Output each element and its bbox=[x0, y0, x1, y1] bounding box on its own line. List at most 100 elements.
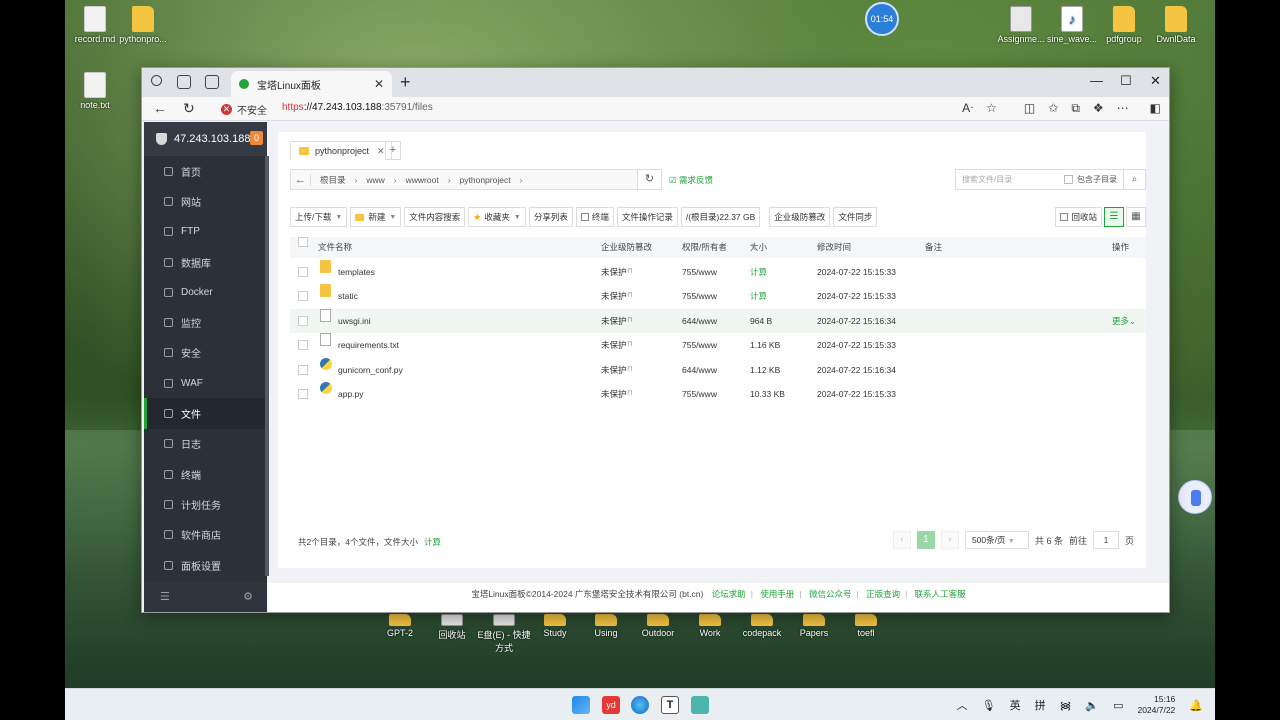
sidebar-item[interactable]: 安全 bbox=[144, 338, 267, 368]
start-icon[interactable] bbox=[572, 696, 590, 714]
sidebar-item[interactable]: 计划任务 bbox=[144, 489, 267, 519]
sidebar-item[interactable]: FTP bbox=[144, 217, 267, 247]
notepad-icon[interactable] bbox=[691, 696, 709, 714]
sidebar-toggle-icon[interactable]: ◧ bbox=[1150, 101, 1161, 116]
desktop-icon-papers[interactable]: Papers bbox=[784, 614, 844, 638]
table-row[interactable]: gunicorn_conf.py 未保护 ⊓ 644/www 1.12 KB 2024-0… bbox=[290, 357, 1146, 382]
input-method[interactable]: 拼 bbox=[1035, 697, 1046, 713]
server-header[interactable]: 47.243.103.188 0 bbox=[144, 122, 267, 156]
file-name[interactable]: gunicorn_conf.py bbox=[338, 358, 403, 382]
tamper-protect-button[interactable]: 企业级防篡改 bbox=[769, 207, 831, 227]
profile-icon[interactable] bbox=[151, 75, 162, 86]
breadcrumb-pythonproject[interactable]: pythonproject bbox=[460, 175, 511, 185]
wifi-icon[interactable]: ᯼ bbox=[1060, 698, 1072, 713]
sidebar-item[interactable]: 日志 bbox=[144, 429, 267, 459]
recording-timer[interactable]: 01:54 bbox=[865, 2, 899, 36]
close-window-icon[interactable]: ✕ bbox=[1150, 73, 1161, 89]
permission[interactable]: 644/www bbox=[682, 309, 717, 333]
browser-tab[interactable]: 宝塔Linux面板 ✕ bbox=[231, 71, 392, 97]
protect-status[interactable]: 未保护 bbox=[601, 333, 627, 357]
search-input[interactable]: 搜索文件/目录 bbox=[956, 174, 1064, 185]
volume-icon[interactable]: 🔈 bbox=[1085, 699, 1099, 712]
file-size[interactable]: 计算 bbox=[750, 284, 767, 308]
show-hidden-icons-icon[interactable]: ︿ bbox=[957, 697, 968, 713]
protect-status[interactable]: 未保护 bbox=[601, 284, 627, 308]
file-name[interactable]: requirements.txt bbox=[338, 333, 399, 357]
permission[interactable]: 755/www bbox=[682, 284, 717, 308]
sidebar-item[interactable]: 文件 bbox=[144, 398, 267, 429]
row-checkbox[interactable] bbox=[298, 340, 308, 351]
page-size-select[interactable]: 500条/页 ▼ bbox=[964, 531, 1029, 549]
read-aloud-icon[interactable]: Aᐧ bbox=[962, 101, 973, 116]
permission[interactable]: 644/www bbox=[682, 358, 717, 382]
back-icon[interactable]: ← bbox=[153, 100, 167, 116]
list-view-icon[interactable]: ☰ bbox=[1104, 207, 1124, 227]
add-folder-tab-button[interactable]: + bbox=[385, 141, 401, 160]
operation-log-button[interactable]: 文件操作记录 bbox=[616, 207, 678, 227]
permission[interactable]: 755/www bbox=[682, 382, 717, 406]
file-name[interactable]: app.py bbox=[338, 382, 364, 406]
breadcrumb-root[interactable]: 根目录 bbox=[320, 174, 346, 186]
protect-status[interactable]: 未保护 bbox=[601, 382, 627, 406]
collections-icon[interactable]: ⧉ bbox=[1071, 101, 1080, 116]
goto-page-input[interactable]: 1 bbox=[1092, 531, 1119, 549]
protect-status[interactable]: 未保护 bbox=[601, 358, 627, 382]
security-indicator[interactable]: ✕ 不安全 bbox=[221, 102, 267, 117]
maximize-icon[interactable]: ☐ bbox=[1120, 73, 1132, 89]
table-row[interactable]: uwsgi.ini 未保护 ⊓ 644/www 964 B 2024-07-22 15:1… bbox=[290, 308, 1146, 334]
license-link[interactable]: 正版查询 bbox=[866, 589, 900, 599]
sidebar-scrollbar[interactable] bbox=[265, 156, 269, 576]
more-menu-icon[interactable]: ⋯ bbox=[1117, 101, 1129, 116]
upload-download-button[interactable]: 上传/下载 ▼ bbox=[290, 207, 348, 227]
desktop-icon-codepack[interactable]: codepack bbox=[732, 614, 792, 638]
desktop-icon-dwnldata[interactable]: DwnlData bbox=[1146, 6, 1206, 44]
sidebar-item[interactable]: 面板设置 bbox=[144, 550, 267, 580]
new-button[interactable]: 新建 ▼ bbox=[350, 207, 402, 227]
row-checkbox[interactable] bbox=[298, 364, 308, 375]
protect-status[interactable]: 未保护 bbox=[601, 309, 627, 333]
sidebar-item[interactable]: 网站 bbox=[144, 186, 267, 216]
sidebar-item[interactable]: Docker bbox=[144, 277, 267, 307]
more-actions-button[interactable]: 更多⌄ bbox=[1112, 309, 1136, 333]
row-checkbox[interactable] bbox=[298, 291, 308, 302]
input-language[interactable]: 英 bbox=[1010, 697, 1021, 713]
grid-view-icon[interactable]: ▦ bbox=[1126, 207, 1146, 227]
search-icon[interactable]: ⌕ bbox=[1123, 170, 1145, 189]
url-field[interactable]: https://47.243.103.188:35791/files bbox=[282, 102, 433, 113]
sidebar-item[interactable]: 首页 bbox=[144, 156, 267, 186]
next-page-button[interactable]: › bbox=[940, 531, 959, 549]
select-all-checkbox[interactable] bbox=[298, 237, 308, 247]
table-row[interactable]: app.py 未保护 ⊓ 755/www 10.33 KB 2024-07-22 15:1… bbox=[290, 381, 1146, 406]
desktop-icon-outdoor[interactable]: Outdoor bbox=[628, 614, 688, 638]
notification-badge[interactable]: 0 bbox=[250, 131, 263, 145]
desktop-icon-pythonproject[interactable]: pythonpro... bbox=[113, 6, 173, 44]
row-checkbox[interactable] bbox=[298, 388, 308, 399]
new-tab-button[interactable]: + bbox=[400, 72, 411, 93]
breadcrumb-wwwroot[interactable]: wwwroot bbox=[406, 175, 439, 185]
split-screen-icon[interactable]: ◫ bbox=[1024, 101, 1035, 116]
sidebar-item[interactable]: 监控 bbox=[144, 307, 267, 337]
terminal-button[interactable]: 终端 bbox=[575, 207, 614, 227]
share-list-button[interactable]: 分享列表 bbox=[528, 207, 573, 227]
table-row[interactable]: templates 未保护 ⊓ 755/www 计算 2024-07-22 15:15:3… bbox=[290, 260, 1146, 284]
file-name[interactable]: uwsgi.ini bbox=[338, 309, 371, 333]
wechat-link[interactable]: 微信公众号 bbox=[809, 589, 852, 599]
calc-size-link[interactable]: 计算 bbox=[424, 537, 441, 547]
desktop-icon-work[interactable]: Work bbox=[680, 614, 740, 638]
reload-icon[interactable]: ↻ bbox=[183, 100, 195, 117]
tab-actions-icon[interactable] bbox=[205, 75, 219, 89]
extensions-icon[interactable]: ❖ bbox=[1093, 101, 1104, 116]
table-row[interactable]: static 未保护 ⊓ 755/www 计算 2024-07-22 15:15:33 bbox=[290, 284, 1146, 308]
sidebar-item[interactable]: WAF bbox=[144, 368, 267, 398]
favorites-icon[interactable]: ✩ bbox=[1048, 101, 1058, 116]
collapse-menu-icon[interactable]: ☰ bbox=[160, 590, 170, 603]
close-icon[interactable]: ✕ bbox=[377, 146, 385, 157]
file-size[interactable]: 计算 bbox=[750, 260, 767, 284]
sidebar-item[interactable]: 终端 bbox=[144, 459, 267, 489]
file-sync-button[interactable]: 文件同步 bbox=[833, 207, 878, 227]
battery-icon[interactable]: ▭ bbox=[1113, 699, 1123, 712]
include-subdir-checkbox[interactable] bbox=[1064, 175, 1073, 184]
content-search-button[interactable]: 文件内容搜索 bbox=[404, 207, 466, 227]
protect-status[interactable]: 未保护 bbox=[601, 260, 627, 284]
youdao-icon[interactable]: yd bbox=[602, 696, 620, 714]
